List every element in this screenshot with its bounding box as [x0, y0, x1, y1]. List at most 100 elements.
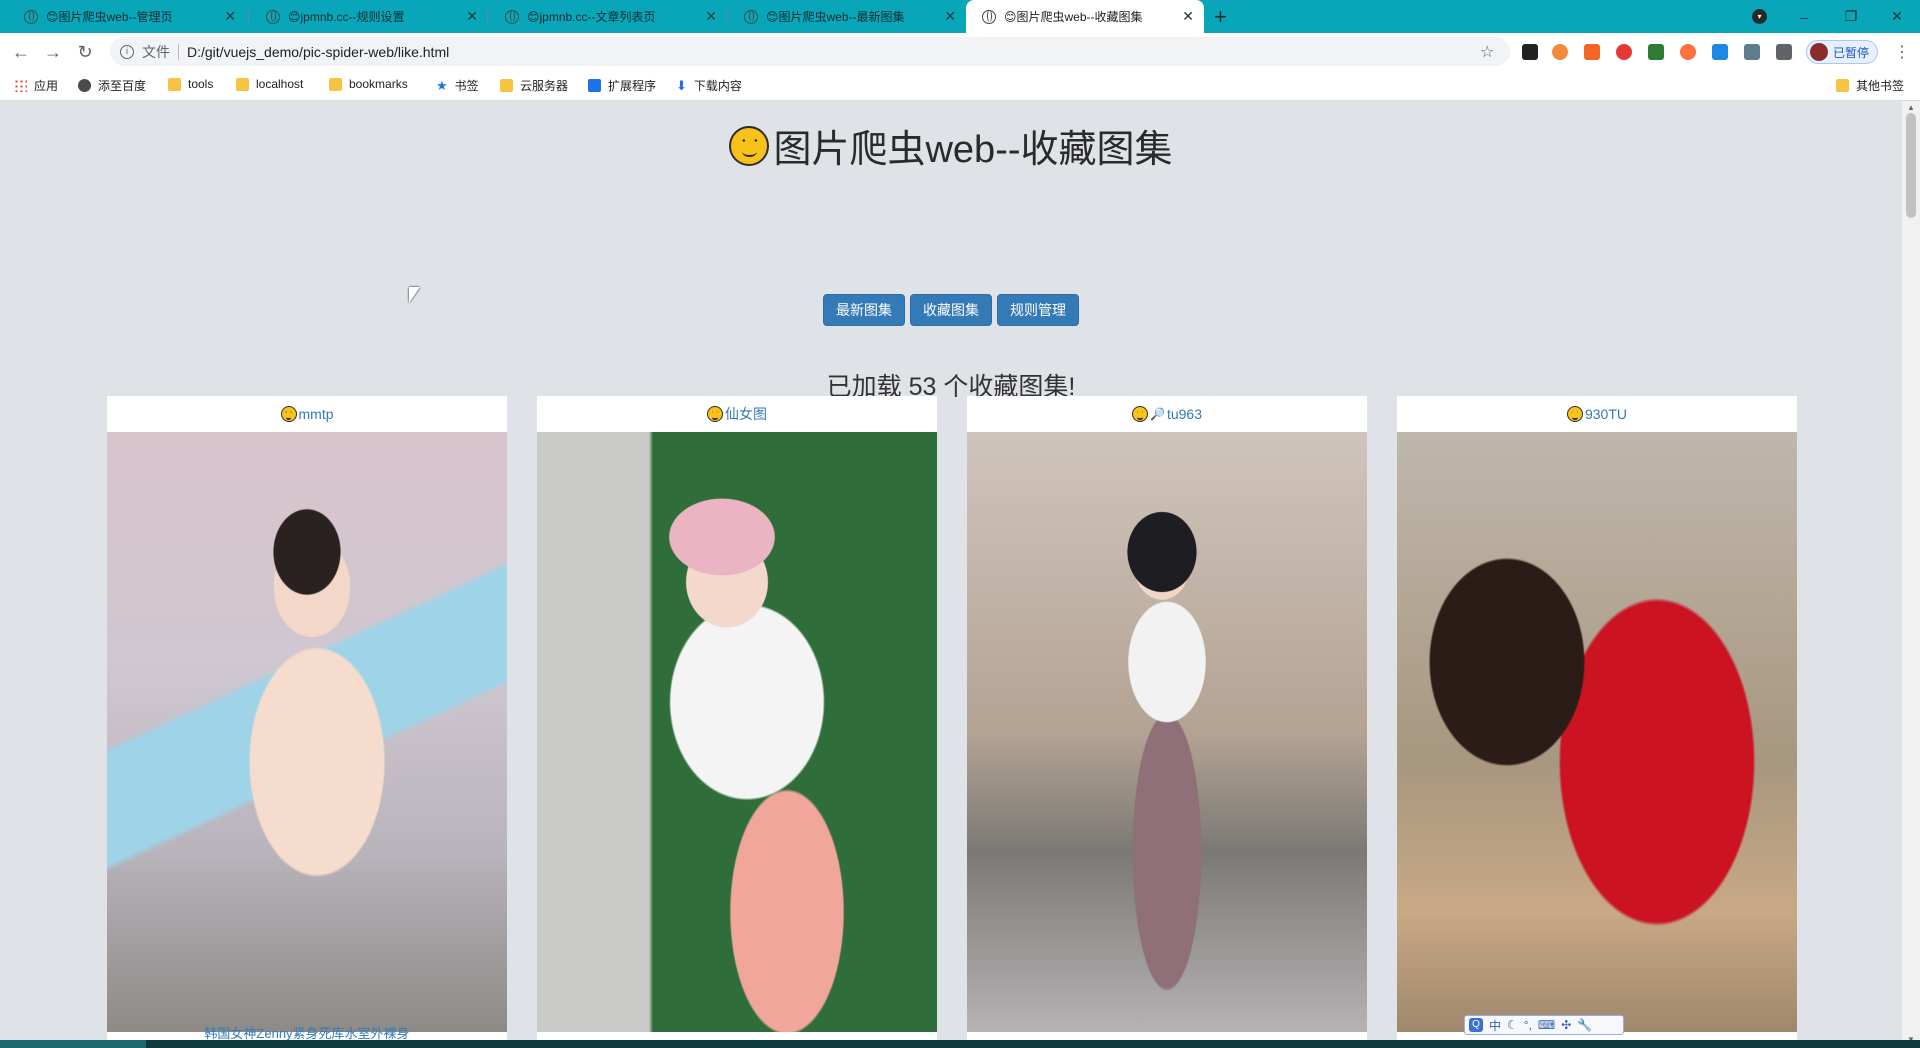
bookmark-baidu[interactable]: 添至百度: [78, 77, 146, 94]
bookmark-label: 添至百度: [98, 79, 147, 93]
adblock-icon[interactable]: [1616, 44, 1632, 60]
extension-icon[interactable]: [1744, 44, 1760, 60]
menu-icon[interactable]: ⋮: [1894, 42, 1910, 62]
folder-icon: [329, 77, 342, 91]
tab-title: 😊图片爬虫web--最新图集: [766, 10, 905, 24]
scrollbar-thumb[interactable]: [1906, 113, 1916, 218]
back-icon[interactable]: ←: [8, 39, 34, 65]
album-card[interactable]: mmtp 韩国女神Zenny紧身死库水室外裸身: [107, 396, 507, 1048]
ime-toolbar[interactable]: Q 中 ☾ °, ⌨ ✣ 🔧: [1464, 1015, 1624, 1035]
bookmark-star-icon[interactable]: ☆: [1480, 42, 1494, 62]
scroll-up-icon[interactable]: ▲: [1907, 103, 1915, 112]
avatar: [1810, 43, 1828, 61]
card-source-label[interactable]: mmtp: [299, 406, 334, 422]
album-card[interactable]: 🔎 tu963: [967, 396, 1367, 1048]
album-cover-image[interactable]: [537, 432, 937, 1032]
album-card[interactable]: 930TU: [1397, 396, 1797, 1048]
bookmark-localhost[interactable]: localhost: [236, 77, 303, 91]
card-source[interactable]: 🔎 tu963: [967, 396, 1367, 432]
extension-icon[interactable]: [1522, 44, 1538, 60]
nav-button-group: 最新图集 收藏图集 规则管理: [0, 294, 1902, 326]
tab-title: 😊jpmnb.cc--文章列表页: [527, 10, 656, 24]
album-cover-image[interactable]: [1397, 432, 1797, 1032]
bookmark-tools[interactable]: tools: [168, 77, 213, 91]
bookmark-shuqian[interactable]: ★ 书签: [436, 77, 479, 94]
punctuation-icon[interactable]: °,: [1524, 1018, 1532, 1032]
mouse-cursor: [409, 287, 420, 303]
favorite-albums-button[interactable]: 收藏图集: [910, 294, 992, 326]
wrench-icon[interactable]: 🔧: [1577, 1018, 1592, 1032]
minimize-button[interactable]: –: [1781, 0, 1827, 33]
bookmark-cloud-server[interactable]: 云服务器: [500, 77, 568, 94]
latest-albums-button[interactable]: 最新图集: [823, 294, 905, 326]
tab-title: 😊图片爬虫web--管理页: [46, 10, 173, 24]
tab-admin-page[interactable]: 😊图片爬虫web--管理页 ✕: [8, 0, 246, 33]
folder-icon: [168, 77, 181, 91]
globe-icon: [78, 79, 91, 92]
ime-mode[interactable]: 中: [1489, 1017, 1501, 1034]
reload-icon[interactable]: ↻: [72, 39, 98, 65]
bookmark-apps[interactable]: 应用: [14, 77, 58, 94]
apps-icon: [14, 79, 27, 92]
profile-button[interactable]: 已暂停: [1806, 40, 1878, 64]
keyboard-icon[interactable]: ⌨: [1538, 1018, 1555, 1032]
close-window-button[interactable]: ✕: [1874, 0, 1920, 33]
rule-management-button[interactable]: 规则管理: [997, 294, 1079, 326]
close-icon[interactable]: ✕: [466, 8, 478, 25]
info-icon[interactable]: i: [120, 44, 134, 59]
card-source-label[interactable]: tu963: [1167, 406, 1202, 422]
extension-icon[interactable]: [1584, 44, 1600, 60]
ime-logo-icon[interactable]: Q: [1469, 1018, 1483, 1032]
puzzle-icon[interactable]: [1776, 44, 1792, 60]
globe-icon: [505, 9, 519, 24]
forward-icon[interactable]: →: [40, 39, 66, 65]
tab-strip: 😊图片爬虫web--管理页 ✕ 😊jpmnb.cc--规则设置 ✕ 😊jpmnb…: [0, 0, 1920, 33]
close-icon[interactable]: ✕: [705, 8, 717, 25]
page-scrollbar[interactable]: ▲ ▼: [1902, 101, 1920, 1048]
grid-icon[interactable]: ✣: [1561, 1018, 1571, 1032]
tab-search-icon[interactable]: ▾: [1752, 9, 1767, 24]
other-bookmarks[interactable]: 其他书签: [1836, 77, 1904, 94]
bookmark-label: 书签: [454, 79, 479, 93]
tab-article-list[interactable]: 😊jpmnb.cc--文章列表页 ✕: [489, 0, 727, 33]
close-icon[interactable]: ✕: [944, 8, 956, 25]
address-bar[interactable]: i 文件 D:/git/vuejs_demo/pic-spider-web/li…: [110, 37, 1510, 66]
close-icon[interactable]: ✕: [224, 8, 236, 25]
download-icon: ⬇: [676, 78, 687, 93]
smiley-icon: [280, 406, 297, 422]
card-source[interactable]: 930TU: [1397, 396, 1797, 432]
bookmark-downloads[interactable]: ⬇ 下载内容: [676, 77, 742, 94]
tab-rule-settings[interactable]: 😊jpmnb.cc--规则设置 ✕: [250, 0, 488, 33]
smiley-icon: [1566, 406, 1583, 422]
star-icon: ★: [436, 78, 448, 93]
browser-toolbar: ← → ↻ i 文件 D:/git/vuejs_demo/pic-spider-…: [0, 33, 1920, 70]
smiley-icon: [707, 406, 723, 422]
taskbar: [0, 1040, 1920, 1048]
bookmark-label: 其他书签: [1856, 79, 1905, 93]
card-source[interactable]: mmtp: [107, 396, 507, 432]
shield-icon[interactable]: [1648, 44, 1664, 60]
restore-button[interactable]: ❐: [1828, 0, 1874, 33]
album-cover-image[interactable]: [107, 432, 507, 1032]
card-source-label[interactable]: 930TU: [1585, 406, 1627, 422]
bookmark-extensions[interactable]: 扩展程序: [588, 77, 656, 94]
album-card[interactable]: 仙女图: [537, 396, 937, 1048]
extension-icon[interactable]: [1680, 44, 1696, 60]
globe-icon: [266, 9, 280, 24]
card-source-label[interactable]: 仙女图: [725, 404, 767, 424]
extension-icon[interactable]: [1552, 44, 1568, 60]
bookmark-bookmarks[interactable]: bookmarks: [329, 77, 408, 91]
close-icon[interactable]: ✕: [1182, 8, 1194, 25]
globe-icon: [24, 9, 38, 24]
bookmark-label: 云服务器: [520, 79, 569, 93]
new-tab-button[interactable]: +: [1214, 4, 1227, 30]
album-cover-image[interactable]: [967, 432, 1367, 1032]
moon-icon[interactable]: ☾: [1507, 1018, 1518, 1032]
tab-latest-albums[interactable]: 😊图片爬虫web--最新图集 ✕: [728, 0, 966, 33]
card-source[interactable]: 仙女图: [537, 396, 937, 432]
extension-icon[interactable]: [1712, 44, 1728, 60]
url-text[interactable]: D:/git/vuejs_demo/pic-spider-web/like.ht…: [187, 44, 449, 60]
tab-favorite-albums[interactable]: 😊图片爬虫web--收藏图集 ✕: [966, 0, 1204, 33]
puzzle-icon: [588, 79, 601, 92]
bookmarks-bar: 应用 添至百度 tools localhost bookmarks ★ 书签 云服…: [0, 70, 1920, 101]
